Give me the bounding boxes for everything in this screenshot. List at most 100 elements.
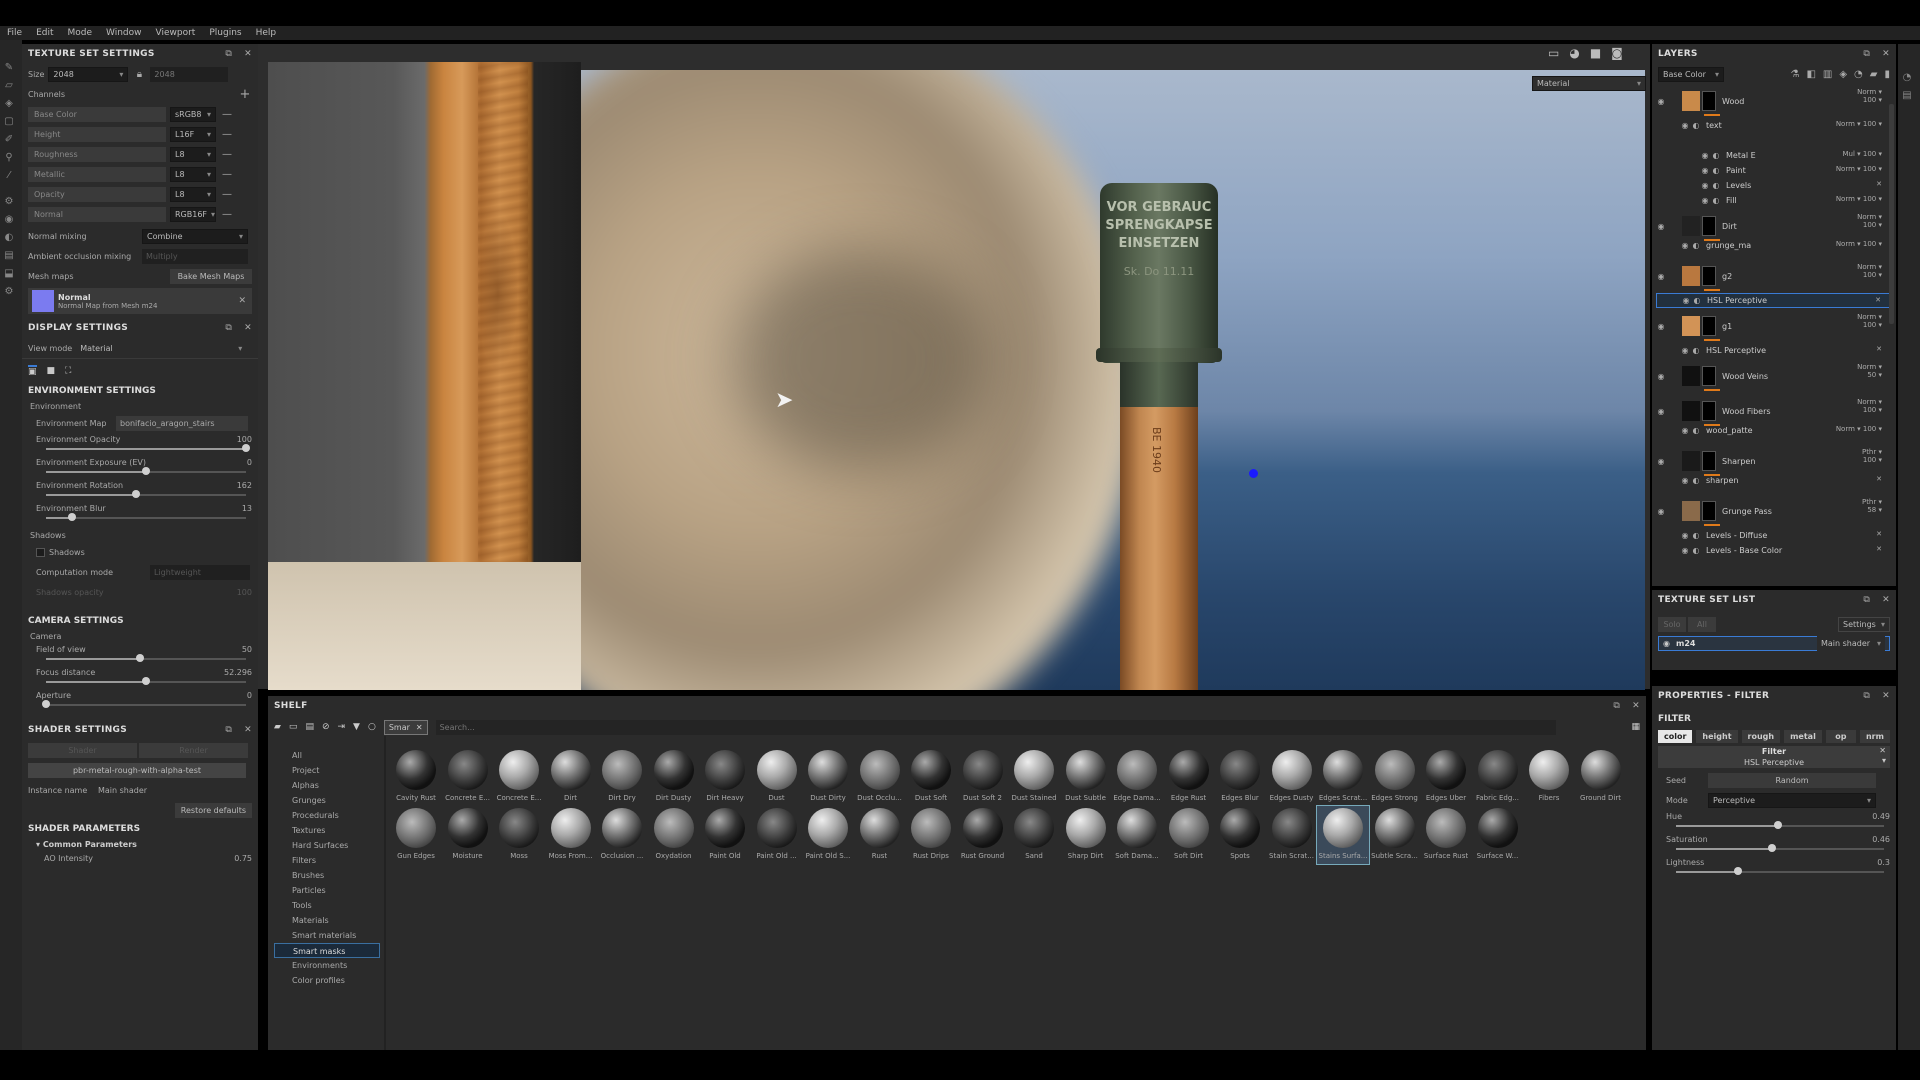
channel-format-dropdown[interactable]: sRGB8 [170, 106, 216, 122]
shelf-item[interactable]: Sand [1008, 806, 1060, 864]
lock-icon[interactable]: 🔒︎ [132, 67, 146, 81]
remove-mesh-map-icon[interactable]: ✕ [238, 296, 246, 306]
lightness-slider[interactable] [1676, 867, 1884, 877]
blend-mode[interactable]: Norm [1857, 313, 1876, 321]
view-mode-dropdown[interactable]: Material [76, 341, 246, 356]
grid-view-icon[interactable]: ▦ [1631, 722, 1640, 732]
shelf-category[interactable]: Filters [274, 853, 380, 868]
shelf-item[interactable]: Dust Soft 2 [957, 748, 1009, 806]
blend-mode[interactable]: Norm [1857, 363, 1876, 371]
channel-tab-op[interactable]: op [1825, 729, 1856, 743]
menu-edit[interactable]: Edit [29, 26, 60, 40]
shelf-item[interactable]: Ground Dirt [1575, 748, 1627, 806]
shelf-item[interactable]: Edges Strong [1369, 748, 1421, 806]
geometry-fill-icon[interactable]: ▢ [0, 112, 18, 130]
shader-tab[interactable]: Shader [28, 742, 137, 758]
mode-dropdown[interactable]: Perceptive [1708, 792, 1876, 808]
shelf-item[interactable]: Surface W... [1472, 806, 1524, 864]
blend-mode[interactable]: Pthr [1862, 498, 1876, 506]
shelf-item[interactable]: Paint Old ... [751, 806, 803, 864]
texture-set-shader[interactable]: Main shader [1817, 636, 1885, 651]
close-icon[interactable]: ✕ [1882, 691, 1890, 701]
fov-slider[interactable] [46, 654, 246, 664]
focus-distance-slider[interactable] [46, 677, 246, 687]
viewport-3d[interactable] [581, 70, 1645, 690]
shelf-item[interactable]: Concrete E... [442, 748, 494, 806]
shelf-item[interactable]: Surface Rust [1420, 806, 1472, 864]
visibility-icon[interactable]: ◉ [1681, 296, 1691, 305]
layer-effect-row[interactable]: ◉ ◐ Levels - Base Color ✕ [1656, 543, 1892, 558]
aperture-value[interactable]: 0 [247, 691, 252, 700]
shelf-item[interactable]: Rust Ground [957, 806, 1009, 864]
fov-knob[interactable] [136, 654, 144, 662]
float-icon[interactable]: ⧉ [1613, 701, 1620, 711]
layer-effect-row[interactable]: ◉ ◐ wood_patte Norm ▾ 100 ▾ [1656, 423, 1892, 438]
float-icon[interactable]: ⧉ [225, 323, 232, 333]
shelf-item[interactable]: Paint Old S... [802, 806, 854, 864]
layer-row[interactable]: ◉ Grunge Pass Pthr ▾ 58 ▾ [1656, 498, 1892, 526]
picker-icon[interactable]: ⁄ [0, 166, 18, 184]
close-icon[interactable]: ✕ [1882, 595, 1890, 605]
visibility-icon[interactable]: ◉ [1700, 181, 1710, 190]
shelf-item[interactable]: Cavity Rust [390, 748, 442, 806]
channel-tab-metal[interactable]: metal [1784, 729, 1822, 743]
env-rotation-knob[interactable] [132, 490, 140, 498]
shelf-item[interactable]: Fibers [1523, 748, 1575, 806]
layers-scrollbar[interactable] [1889, 104, 1894, 324]
filter-icon[interactable]: ▼ [353, 722, 360, 732]
seed-random-button[interactable]: Random [1708, 772, 1876, 788]
blend-mode[interactable]: Pthr [1862, 448, 1876, 456]
visibility-icon[interactable]: ◉ [1700, 151, 1710, 160]
shelf-category[interactable]: Alphas [274, 778, 380, 793]
shelf-item[interactable]: Rust [854, 806, 906, 864]
shelf-item[interactable]: Dirt Dusty [648, 748, 700, 806]
folder-icon[interactable]: ▰ [274, 722, 281, 732]
remove-channel-icon[interactable]: — [220, 127, 234, 141]
float-icon[interactable]: ⧉ [1863, 691, 1870, 701]
shelf-item[interactable]: Occlusion ... [596, 806, 648, 864]
camera-tab-icon[interactable]: ■ [47, 366, 56, 376]
shelf-item[interactable]: Edges Scrat... [1317, 748, 1369, 806]
blend-mode[interactable]: Norm [1857, 88, 1876, 96]
channel-name[interactable]: Base Color [28, 106, 166, 122]
hue-value[interactable]: 0.49 [1872, 812, 1890, 821]
common-params-title[interactable]: ▾ Common Parameters [22, 838, 258, 851]
env-blur-slider[interactable] [46, 513, 246, 523]
size-linked-field[interactable]: 2048 [150, 66, 229, 82]
shelf-item[interactable]: Dust Stained [1008, 748, 1060, 806]
menu-help[interactable]: Help [249, 26, 284, 40]
visibility-icon[interactable]: ◉ [1700, 166, 1710, 175]
ao-value[interactable]: 0.75 [234, 854, 252, 863]
layer-opacity[interactable]: 100 [1863, 150, 1876, 158]
env-exposure-slider[interactable] [46, 467, 246, 477]
shader-name-button[interactable]: pbr-metal-rough-with-alpha-test [28, 762, 246, 778]
shelf-item[interactable]: Edges Dusty [1266, 748, 1318, 806]
layer-opacity[interactable]: 100 [1863, 425, 1876, 433]
import-icon[interactable]: ⇥ [338, 722, 346, 732]
add-fill-icon[interactable]: ▥ [1823, 69, 1832, 80]
render-tab[interactable]: Render [139, 742, 248, 758]
channel-tab-nrm[interactable]: nrm [1859, 729, 1891, 743]
viewport-mode-dropdown[interactable]: Material [1532, 76, 1646, 91]
render-icon[interactable]: ◐ [0, 228, 18, 246]
layer-opacity[interactable]: 100 [1863, 165, 1876, 173]
env-blur-knob[interactable] [68, 513, 76, 521]
menu-viewport[interactable]: Viewport [149, 26, 203, 40]
visibility-icon[interactable]: ◉ [1680, 241, 1690, 250]
aperture-slider[interactable] [42, 700, 246, 710]
shelf-item[interactable]: Dust [751, 748, 803, 806]
env-blur-value[interactable]: 13 [242, 504, 252, 513]
layer-row[interactable]: ◉ Wood Fibers Norm ▾ 100 ▾ [1656, 398, 1892, 426]
env-exposure-value[interactable]: 0 [247, 458, 252, 467]
env-rotation-value[interactable]: 162 [237, 481, 252, 490]
clear-filter-icon[interactable]: ✕ [416, 723, 423, 732]
blend-mode[interactable]: Norm [1857, 213, 1876, 221]
layer-effect-row[interactable]: ◉ ◐ sharpen ✕ [1656, 473, 1892, 488]
close-icon[interactable]: ✕ [1882, 49, 1890, 59]
remove-effect-icon[interactable]: ✕ [1876, 545, 1882, 553]
layer-opacity[interactable]: 100 [1863, 120, 1876, 128]
visibility-icon[interactable]: ◉ [1656, 97, 1666, 106]
solo-button[interactable]: Solo [1658, 616, 1686, 632]
layer-row[interactable]: ◉ Wood Veins Norm ▾ 50 ▾ [1656, 363, 1892, 391]
env-opacity-knob[interactable] [242, 444, 250, 452]
